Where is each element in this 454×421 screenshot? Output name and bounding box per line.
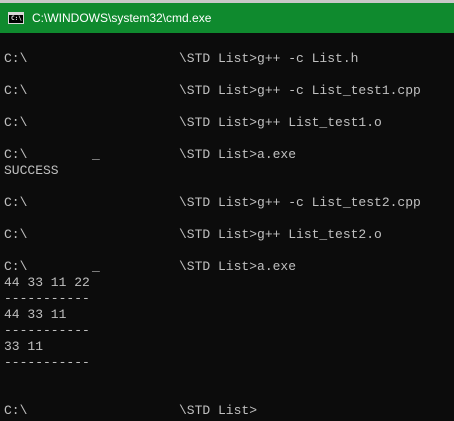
prompt-command: \STD List>a.exe [179, 147, 297, 162]
separator-output: ----------- [4, 323, 90, 338]
underscore-mark: _ [92, 259, 100, 274]
console-line: 44 33 11 [4, 307, 452, 323]
drive-text: C:\ [4, 403, 28, 418]
program-output: 44 33 11 [4, 307, 67, 322]
console-line: C:\ \STD List>g++ List_test2.o [4, 227, 452, 243]
drive-text: C:\ [4, 259, 28, 274]
program-output: 44 33 11 22 [4, 275, 90, 290]
title-bar[interactable]: C:\ C:\WINDOWS\system32\cmd.exe [0, 3, 454, 33]
drive-text: C:\ [4, 51, 28, 66]
prompt-command: \STD List>g++ List_test2.o [179, 227, 382, 242]
console-line: 33 11 [4, 339, 452, 355]
console-line: C:\ \STD List>g++ -c List_test2.cpp [4, 195, 452, 211]
prompt-command: \STD List>g++ -c List.h [179, 51, 359, 66]
console-line: C:\ _ \STD List>a.exe [4, 259, 452, 275]
underscore-mark: _ [92, 147, 100, 162]
program-output: SUCCESS [4, 163, 59, 178]
prompt-command: \STD List>a.exe [179, 259, 297, 274]
console-line: C:\ \STD List>g++ -c List.h [4, 51, 452, 67]
console-line: ----------- [4, 355, 452, 371]
program-output: 33 11 [4, 339, 44, 354]
cmd-window: C:\ C:\WINDOWS\system32\cmd.exe C:\ \STD… [0, 0, 454, 421]
console-line: C:\ _ \STD List>a.exe [4, 147, 452, 163]
console-line: ----------- [4, 323, 452, 339]
console-line: C:\ \STD List> [4, 403, 452, 419]
console-line: 44 33 11 22 [4, 275, 452, 291]
drive-text: C:\ [4, 83, 28, 98]
drive-text: C:\ [4, 147, 28, 162]
cmd-console-icon[interactable]: C:\ [8, 12, 24, 24]
console-output[interactable]: C:\ \STD List>g++ -c List.h C:\ \STD Lis… [4, 35, 452, 419]
console-line: C:\ \STD List>g++ List_test1.o [4, 115, 452, 131]
prompt-command: \STD List>g++ -c List_test2.cpp [179, 195, 421, 210]
prompt-command: \STD List>g++ List_test1.o [179, 115, 382, 130]
separator-output: ----------- [4, 291, 90, 306]
cmd-icon-glyph: C:\ [11, 15, 22, 22]
console-line: ----------- [4, 291, 452, 307]
separator-output: ----------- [4, 355, 90, 370]
console-line: C:\ \STD List>g++ -c List_test1.cpp [4, 83, 452, 99]
console-line: SUCCESS [4, 163, 452, 179]
current-prompt[interactable]: \STD List> [179, 403, 257, 419]
drive-text: C:\ [4, 227, 28, 242]
prompt-command: \STD List>g++ -c List_test1.cpp [179, 83, 421, 98]
drive-text: C:\ [4, 195, 28, 210]
drive-text: C:\ [4, 115, 28, 130]
window-title: C:\WINDOWS\system32\cmd.exe [32, 11, 212, 25]
